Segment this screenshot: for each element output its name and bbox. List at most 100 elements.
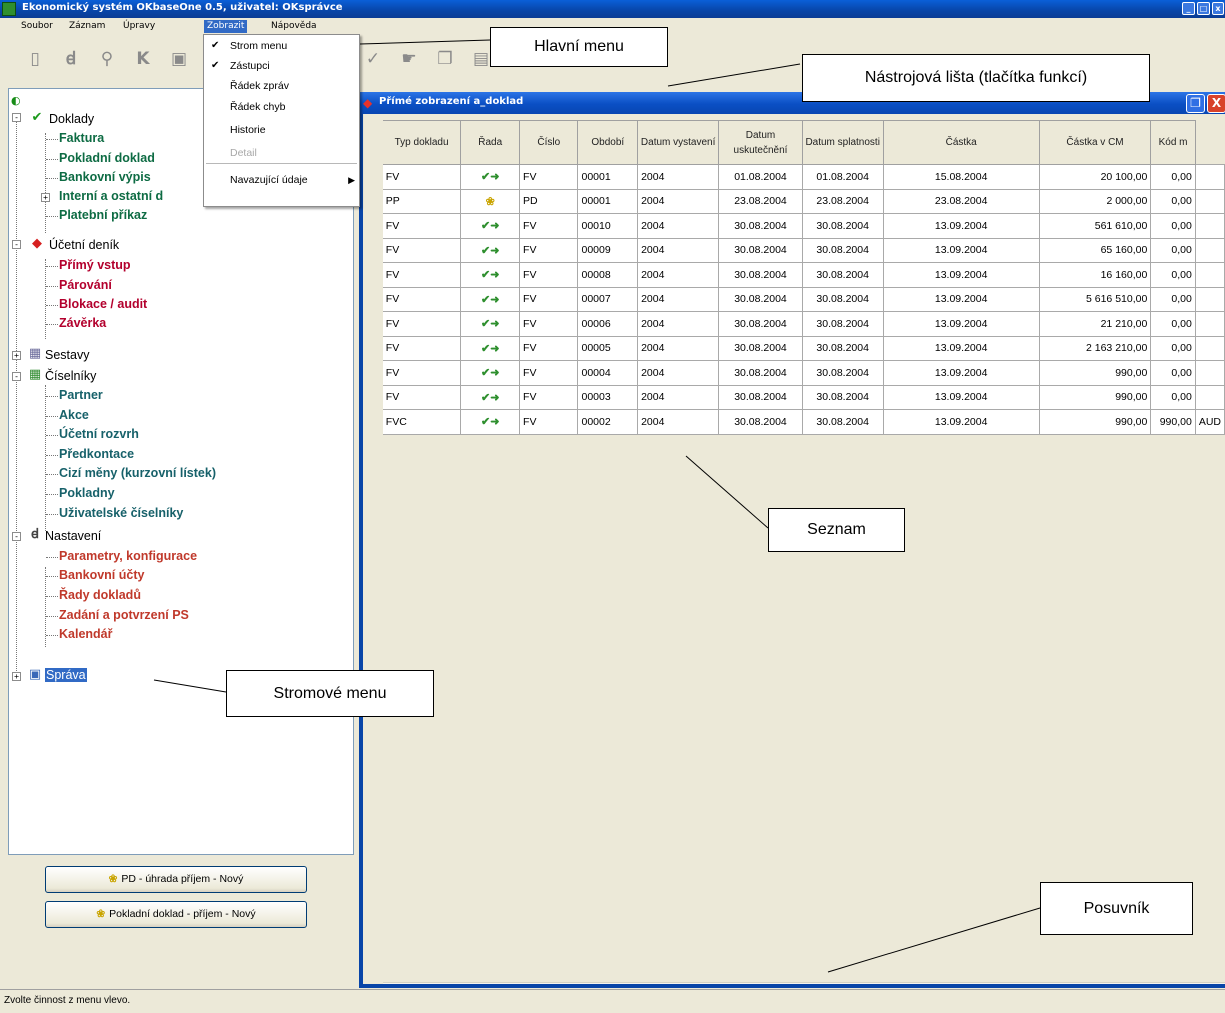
row-selector[interactable]: [363, 286, 383, 312]
view-menu-strom-menu[interactable]: ✔ Strom menu: [204, 35, 359, 57]
copy-icon[interactable]: ❐: [434, 48, 456, 70]
tree-section-ucetni-denik[interactable]: Účetní deník: [49, 238, 119, 254]
view-menu-historie[interactable]: Historie: [204, 119, 359, 141]
expand-doklady[interactable]: -: [12, 113, 21, 122]
k-icon[interactable]: K: [132, 48, 154, 70]
view-menu-navazujici-udaje[interactable]: Navazující údaje ▶: [204, 169, 359, 191]
check-icon[interactable]: ✓: [362, 48, 384, 70]
col-header-castka-cm[interactable]: Částka v CM: [1038, 120, 1152, 165]
cell-castka: 990,00: [1038, 360, 1152, 386]
cell-castka: 16 160,00: [1038, 262, 1152, 288]
table-row[interactable]: FV ✔➜ FV 00007 2004 30.08.2004 30.08.2004 13.09…: [363, 286, 1225, 312]
table-row[interactable]: FV ✔➜ FV 00004 2004 30.08.2004 30.08.2004 13.09…: [363, 360, 1225, 386]
view-menu-zastupci[interactable]: ✔ Zástupci: [204, 55, 359, 77]
tree-item-rady-dokladu[interactable]: Řady dokladů: [59, 588, 141, 604]
tree-section-sprava[interactable]: Správa: [45, 668, 87, 684]
expand-sestavy[interactable]: +: [12, 351, 21, 360]
expand-nastaveni[interactable]: -: [12, 532, 21, 541]
print-icon[interactable]: ▤: [470, 48, 492, 70]
expand-ciselniky[interactable]: -: [12, 372, 21, 381]
wrench-icon[interactable]: ꟈ: [60, 48, 82, 70]
cell-datum-uskutecneni: 30.08.2004: [801, 335, 884, 361]
tree-item-zaverka[interactable]: Závěrka: [59, 316, 106, 332]
row-selector[interactable]: [363, 262, 383, 288]
tree-item-akce[interactable]: Akce: [59, 408, 89, 424]
menu-soubor[interactable]: Soubor: [18, 20, 56, 33]
tree-item-kalendar[interactable]: Kalendář: [59, 627, 113, 643]
horizontal-scrollbar[interactable]: ◀ ▶: [383, 982, 1225, 984]
expand-sprava[interactable]: +: [12, 672, 21, 681]
table-row[interactable]: FV ✔➜ FV 00003 2004 30.08.2004 30.08.2004 13.09…: [363, 384, 1225, 410]
table-row[interactable]: FV ✔➜ FV 00008 2004 30.08.2004 30.08.2004 13.09…: [363, 262, 1225, 288]
row-selector[interactable]: [363, 360, 383, 386]
tree-item-platebni-prikaz[interactable]: Platební příkaz: [59, 208, 147, 224]
hand-icon[interactable]: ☛: [398, 48, 420, 70]
tree-item-bankovni-vypis[interactable]: Bankovní výpis: [59, 170, 151, 186]
row-selector[interactable]: [363, 384, 383, 410]
table-row[interactable]: FV ✔➜ FV 00006 2004 30.08.2004 30.08.2004 13.09…: [363, 311, 1225, 337]
view-menu-radek-chyb[interactable]: Řádek chyb: [204, 96, 359, 118]
table-row[interactable]: FV ✔➜ FV 00010 2004 30.08.2004 30.08.2004 13.09…: [363, 213, 1225, 239]
tree-item-interni[interactable]: Interní a ostatní d: [59, 189, 163, 205]
tree-section-ciselniky[interactable]: Číselníky: [45, 369, 96, 385]
tree-item-zadani-ps[interactable]: Zadání a potvrzení PS: [59, 608, 189, 624]
menu-napoveda[interactable]: Nápověda: [268, 20, 320, 33]
col-header-datum-splatnosti[interactable]: Datum splatnosti: [801, 120, 884, 165]
tree-item-faktura[interactable]: Faktura: [59, 131, 104, 147]
expand-interni[interactable]: +: [41, 193, 50, 202]
tree-item-pokladny[interactable]: Pokladny: [59, 486, 115, 502]
view-menu-radek-zprav[interactable]: Řádek zpráv: [204, 75, 359, 97]
shortcut-pokladni-doklad-button[interactable]: ❀ Pokladní doklad - příjem - Nový: [45, 901, 307, 928]
table-row[interactable]: PP ❀ PD 00001 2004 23.08.2004 23.08.2004 23.08.…: [363, 188, 1225, 214]
tree-item-parovani[interactable]: Párování: [59, 278, 112, 294]
new-document-icon[interactable]: ▯: [24, 48, 46, 70]
tree-section-sestavy[interactable]: Sestavy: [45, 348, 89, 364]
col-header-datum-uskutecneni[interactable]: Datum uskutečnění: [718, 120, 803, 165]
row-selector[interactable]: [363, 213, 383, 239]
row-selector[interactable]: [363, 164, 383, 190]
tree-item-cizi-meny[interactable]: Cizí měny (kurzovní lístek): [59, 466, 216, 482]
tree-item-uzivatelske-ciselniky[interactable]: Uživatelské číselníky: [59, 506, 183, 522]
tree-item-partner[interactable]: Partner: [59, 388, 103, 404]
tree-item-parametry[interactable]: Parametry, konfigurace: [59, 549, 197, 565]
cell-type-icon: ❀: [460, 188, 521, 214]
tree-section-nastaveni[interactable]: Nastavení: [45, 529, 101, 545]
tree-item-blokace-audit[interactable]: Blokace / audit: [59, 297, 147, 313]
close-button[interactable]: x: [1212, 2, 1224, 15]
tree-item-bankovni-ucty[interactable]: Bankovní účty: [59, 568, 144, 584]
expand-ucetni-denik[interactable]: -: [12, 240, 21, 249]
restore-button[interactable]: ❐: [1186, 94, 1205, 113]
table-row[interactable]: FVC ✔➜ FV 00002 2004 30.08.2004 30.08.2004 13.0…: [363, 409, 1225, 435]
tree-item-ucetni-rozvrh[interactable]: Účetní rozvrh: [59, 427, 139, 443]
col-header-kod[interactable]: Kód m: [1150, 120, 1196, 165]
save-icon[interactable]: ▣: [168, 48, 190, 70]
tree-item-primy-vstup[interactable]: Přímý vstup: [59, 258, 131, 274]
tree-section-doklady[interactable]: Doklady: [49, 112, 94, 128]
tree-item-predkontace[interactable]: Předkontace: [59, 447, 134, 463]
col-header-obdobi[interactable]: Období: [577, 120, 639, 165]
row-selector[interactable]: [363, 188, 383, 214]
close-document-button[interactable]: X: [1207, 94, 1225, 113]
col-header-typ[interactable]: Typ dokladu: [381, 120, 462, 165]
book-icon: ◆: [32, 236, 42, 251]
row-selector[interactable]: [363, 409, 383, 435]
col-header-castka[interactable]: Částka: [882, 120, 1040, 165]
col-header-cislo[interactable]: Číslo: [519, 120, 579, 165]
cell-datum-vystaveni: 01.08.2004: [718, 164, 803, 190]
table-row[interactable]: FV ✔➜ FV 00005 2004 30.08.2004 30.08.2004 13.09…: [363, 335, 1225, 361]
row-selector[interactable]: [363, 311, 383, 337]
minimize-button[interactable]: _: [1182, 2, 1195, 15]
tree-item-pokladni-doklad[interactable]: Pokladní doklad: [59, 151, 155, 167]
menu-upravy[interactable]: Úpravy: [120, 20, 158, 33]
row-selector[interactable]: [363, 335, 383, 361]
table-row[interactable]: FV ✔➜ FV 00009 2004 30.08.2004 30.08.2004 13.09…: [363, 237, 1225, 263]
shortcut-pd-uhrada-button[interactable]: ❀ PD - úhrada příjem - Nový: [45, 866, 307, 893]
menu-zaznam[interactable]: Záznam: [66, 20, 108, 33]
table-row[interactable]: FV ✔➜ FV 00001 2004 01.08.2004 01.08.2004 15.08…: [363, 164, 1225, 190]
maximize-button[interactable]: □: [1197, 2, 1210, 15]
col-header-rada[interactable]: Řada: [460, 120, 521, 165]
col-header-datum-vystaveni[interactable]: Datum vystavení: [637, 120, 720, 165]
row-selector[interactable]: [363, 237, 383, 263]
menu-zobrazit[interactable]: Zobrazit: [204, 20, 248, 33]
magnifier-icon[interactable]: ⚲: [96, 48, 118, 70]
